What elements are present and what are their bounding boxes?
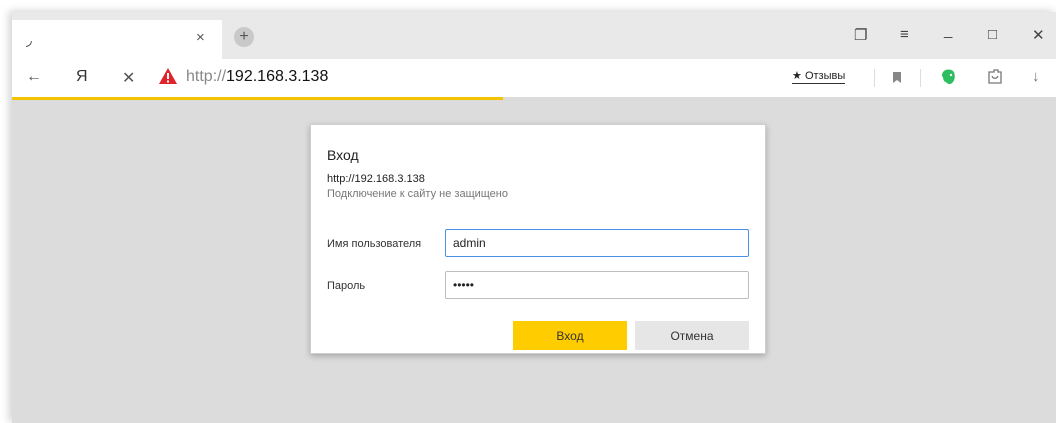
address-bar: ← Я ✕ http://192.168.3.138 ★ Отзывы ↓ [12, 59, 1056, 97]
reviews-label: Отзывы [804, 70, 846, 82]
star-icon: ★ [792, 70, 802, 82]
login-button[interactable]: Вход [513, 321, 627, 350]
warning-icon[interactable] [158, 67, 178, 85]
minimize-button[interactable]: _ [944, 22, 952, 39]
back-button[interactable]: ← [26, 68, 42, 86]
dialog-title: Вход [327, 147, 359, 163]
password-label: Пароль [327, 280, 366, 292]
connection-insecure-note: Подключение к сайту не защищено [327, 188, 508, 200]
tab-bar: ◞ × + ❐ ≡ _ □ ✕ [12, 12, 1056, 59]
reviews-link[interactable]: ★ Отзывы [792, 69, 846, 84]
url-scheme: http:// [186, 68, 227, 85]
menu-icon[interactable]: ≡ [900, 26, 909, 43]
separator [920, 69, 921, 87]
yandex-logo-icon[interactable]: Я [76, 68, 88, 86]
auth-dialog: Вход http://192.168.3.138 Подключение к … [310, 124, 766, 354]
password-input[interactable] [445, 271, 749, 299]
new-tab-button[interactable]: + [234, 27, 254, 47]
bookmark-icon[interactable] [892, 71, 902, 84]
download-icon[interactable]: ↓ [1032, 68, 1040, 85]
tab-close-icon[interactable]: × [196, 29, 205, 46]
collections-icon[interactable]: ❐ [854, 26, 867, 44]
username-input[interactable] [445, 229, 749, 257]
stop-loading-button[interactable]: ✕ [122, 68, 135, 88]
cancel-button[interactable]: Отмена [635, 321, 749, 350]
evernote-icon[interactable] [940, 68, 958, 86]
username-label: Имя пользователя [327, 238, 422, 250]
maximize-button[interactable]: □ [988, 26, 997, 43]
browser-window: ◞ × + ❐ ≡ _ □ ✕ ← Я ✕ http://192.168.3.1… [12, 12, 1056, 423]
url-field[interactable]: http://192.168.3.138 [186, 68, 328, 86]
page-load-progress [12, 97, 503, 100]
extension-icon[interactable] [986, 68, 1004, 86]
close-window-button[interactable]: ✕ [1032, 26, 1045, 44]
separator [874, 69, 875, 87]
dialog-url: http://192.168.3.138 [327, 173, 425, 185]
browser-tab[interactable]: ◞ × [12, 20, 222, 59]
url-host: 192.168.3.138 [226, 68, 329, 85]
loading-icon: ◞ [26, 32, 32, 49]
